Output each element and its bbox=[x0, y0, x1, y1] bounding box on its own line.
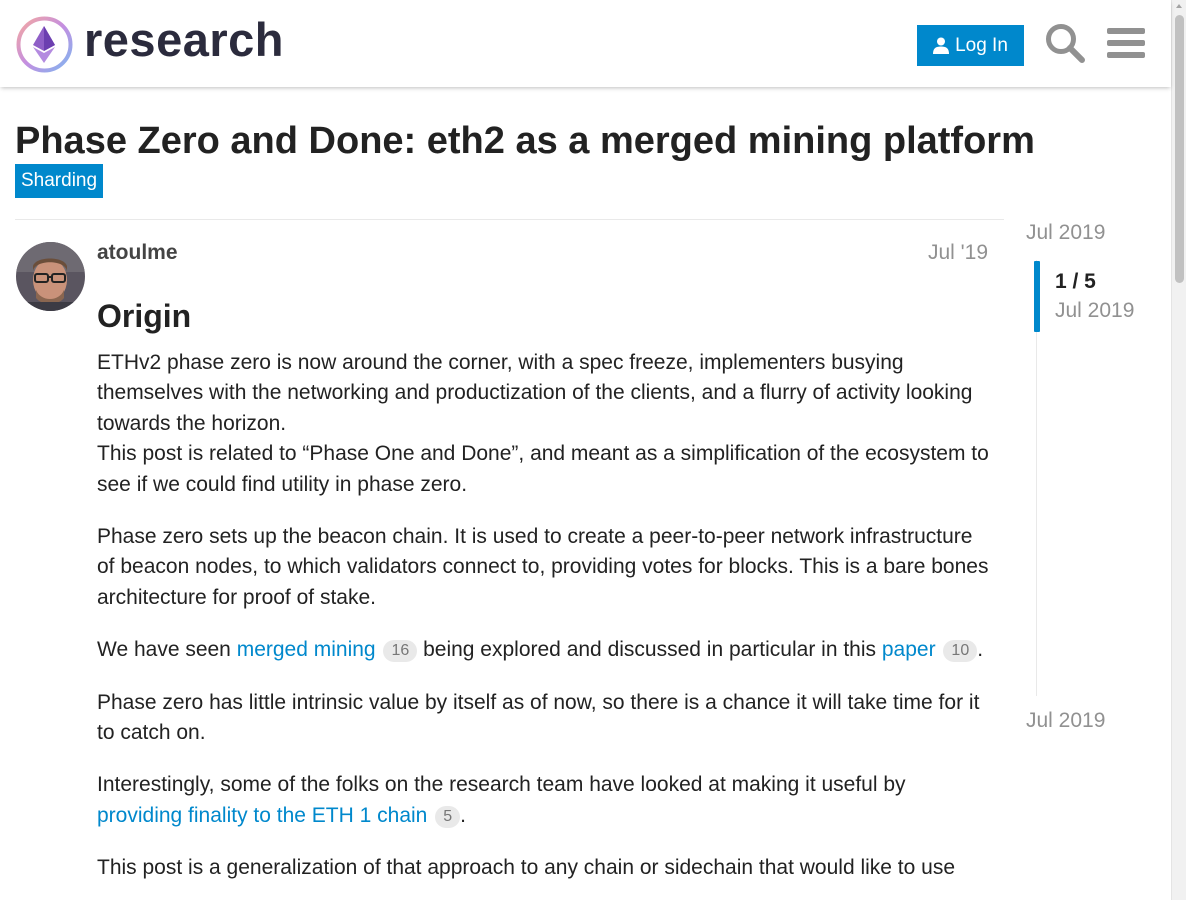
finality-link[interactable]: providing finality to the ETH 1 chain bbox=[97, 804, 427, 827]
user-icon bbox=[933, 37, 950, 54]
post-heading: Origin bbox=[97, 298, 192, 334]
timeline-handle[interactable] bbox=[1034, 261, 1040, 332]
timeline-end-date[interactable]: Jul 2019 bbox=[1026, 709, 1105, 733]
post-paragraph: Phase zero sets up the beacon chain. It … bbox=[97, 525, 989, 609]
post-paragraph: ETHv2 phase zero is now around the corne… bbox=[97, 348, 992, 500]
post-date[interactable]: Jul '19 bbox=[928, 241, 988, 265]
avatar[interactable] bbox=[16, 242, 85, 311]
paragraph-text: . bbox=[977, 638, 984, 662]
post-paragraph: Phase zero has little intrinsic value by… bbox=[97, 690, 980, 745]
post-paragraph: This post is a generalization of that ap… bbox=[97, 856, 956, 880]
page-scrollbar[interactable] bbox=[1171, 0, 1186, 900]
paragraph-text: Interestingly, some of the folks on the … bbox=[97, 773, 906, 797]
paper-link[interactable]: paper bbox=[882, 638, 936, 661]
merged-mining-link[interactable]: merged mining bbox=[237, 638, 376, 661]
login-button[interactable]: Log In bbox=[917, 25, 1024, 66]
scroll-up-arrow-icon[interactable] bbox=[1176, 4, 1182, 8]
avatar-image bbox=[16, 242, 85, 311]
post-paragraph: Interestingly, some of the folks on the … bbox=[97, 770, 992, 831]
search-icon[interactable] bbox=[1044, 22, 1086, 64]
post-username[interactable]: atoulme bbox=[97, 241, 178, 265]
hamburger-menu-icon[interactable] bbox=[1107, 25, 1145, 61]
timeline-start-date[interactable]: Jul 2019 bbox=[1026, 221, 1105, 245]
paragraph-text: . bbox=[460, 803, 466, 827]
scroll-thumb[interactable] bbox=[1175, 15, 1184, 283]
login-label: Log In bbox=[955, 34, 1008, 56]
link-click-count: 5 bbox=[435, 805, 461, 828]
post-body: Origin ETHv2 phase zero is now around th… bbox=[97, 298, 992, 900]
logo-text: research bbox=[84, 13, 284, 66]
site-header: research Log In bbox=[0, 0, 1171, 87]
post-paragraph: We have seen merged mining 16 being expl… bbox=[97, 635, 992, 665]
link-click-count: 16 bbox=[383, 640, 418, 663]
timeline-position: 1 / 5 bbox=[1055, 270, 1096, 293]
topic-title[interactable]: Phase Zero and Done: eth2 as a merged mi… bbox=[15, 120, 1035, 163]
category-badge[interactable]: Sharding bbox=[15, 164, 104, 198]
timeline-position-date: Jul 2019 bbox=[1055, 299, 1135, 322]
ethereum-research-logo-icon bbox=[16, 16, 73, 73]
link-click-count: 10 bbox=[943, 640, 978, 663]
title-divider bbox=[15, 219, 1004, 220]
paragraph-text: This post is related to “Phase One and D… bbox=[97, 442, 989, 496]
site-logo[interactable]: research bbox=[16, 13, 284, 73]
paragraph-text: We have seen bbox=[97, 638, 237, 662]
paragraph-text: ETHv2 phase zero is now around the corne… bbox=[97, 351, 973, 435]
paragraph-text: being explored and discussed in particul… bbox=[417, 638, 882, 662]
